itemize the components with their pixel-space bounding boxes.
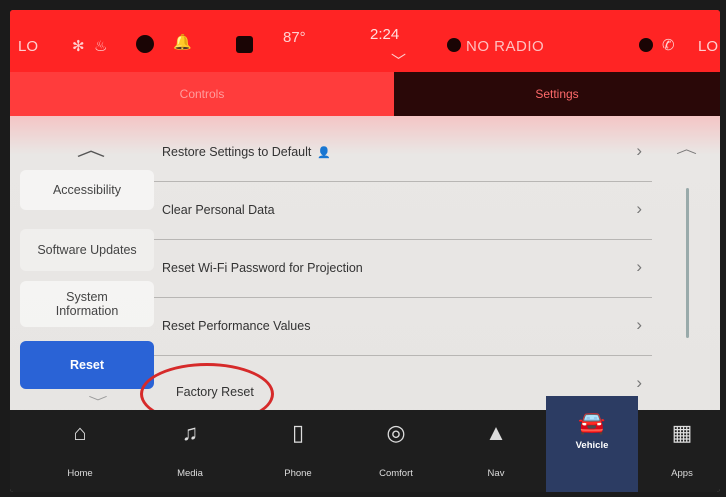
network-status: NO RADIO [466,38,545,55]
clock: 2:24 [370,26,400,43]
chevron-right-icon: › [636,373,642,392]
chevron-down-icon[interactable]: ﹀ [88,393,107,410]
tab-controls[interactable]: Controls [10,72,394,116]
sidebar-item-label: Reset [69,358,105,372]
nav-arrow-icon: ▲ [485,420,507,445]
nav-media[interactable]: ♫ Media [150,410,230,492]
nav-label: Phone [284,468,312,479]
chevron-right-icon: › [636,199,642,218]
driver-temp[interactable]: LO [18,38,38,55]
list-item-reset-wifi-password[interactable]: Reset Wi-Fi Password for Projection › [154,239,652,298]
nav-label: Apps [671,468,693,479]
bell-icon: 🔔 [173,34,192,51]
passenger-temp[interactable]: LO [698,38,718,55]
list-item-label: Reset Wi-Fi Password for Projection [162,261,363,275]
chevron-down-icon[interactable]: ﹀ [391,50,406,71]
bottom-nav: ⌂ Home ♫ Media ▯ Phone ◎ Comfort ▲ Nav 🚘… [10,396,720,492]
nav-comfort[interactable]: ◎ Comfort [356,410,436,492]
sidebar-item-accessibility[interactable]: Accessibility [20,170,154,210]
list-item-restore-settings[interactable]: Restore Settings to Default 👤 › [154,123,652,182]
nav-label: Vehicle [575,440,609,451]
sidebar-item-reset[interactable]: Reset [20,341,154,389]
apps-grid-icon: ▦ [671,420,693,445]
chevron-right-icon: › [636,257,642,276]
comfort-icon: ◎ [386,420,406,445]
list-item-reset-performance-values[interactable]: Reset Performance Values › [154,297,652,356]
chevron-right-icon: › [636,141,642,160]
car-icon: 🚘 [578,410,606,435]
nav-label: Nav [487,468,505,479]
circle-status-icon [136,35,154,53]
music-note-icon: ♫ [181,420,199,445]
sidebar-item-label: System Information [55,290,119,318]
scroll-up-icon[interactable]: ︿ [676,138,697,157]
tab-settings[interactable]: Settings [394,72,720,116]
person-icon: 👤 [317,147,332,159]
scrollbar[interactable] [686,188,689,338]
nav-label: Comfort [379,468,413,479]
nav-navigation[interactable]: ▲ Nav [456,410,536,492]
list-item-label: Reset Performance Values [162,319,311,333]
tab-bar: Controls Settings [10,72,720,116]
sidebar-item-label: Software Updates [37,243,137,257]
nav-label: Home [67,468,93,479]
list-item-label: Clear Personal Data [162,203,275,217]
nav-label: Media [177,468,203,479]
settings-sidebar: ︿ Accessibility Software Updates System … [20,128,155,418]
heated-seat-icon[interactable]: ♨ [94,37,107,55]
infotainment-screen: LO ✻ ♨ 🔔 87° 2:24 ﹀ NO RADIO ✆ LO Contro… [10,10,720,492]
radio-status-icon [447,38,461,52]
phone-icon: ▯ [291,420,305,445]
chevron-right-icon: › [636,315,642,334]
home-icon: ⌂ [73,420,87,445]
nav-home[interactable]: ⌂ Home [40,410,120,492]
fan-icon[interactable]: ✻ [72,37,85,55]
square-status-icon [236,36,253,53]
list-item-label: Restore Settings to Default 👤 [162,145,332,159]
outside-temp: 87° [283,29,306,46]
record-icon [639,38,653,52]
nav-phone[interactable]: ▯ Phone [258,410,338,492]
sidebar-item-system-information[interactable]: System Information [20,281,154,327]
chevron-up-icon[interactable]: ︿ [77,136,106,162]
sidebar-item-software-updates[interactable]: Software Updates [20,229,154,271]
list-item-clear-personal-data[interactable]: Clear Personal Data › [154,181,652,240]
sidebar-item-label: Accessibility [52,183,122,197]
phone-status-icon: ✆ [662,37,675,54]
nav-apps[interactable]: ▦ Apps [642,410,720,492]
status-bar: LO ✻ ♨ 🔔 87° 2:24 ﹀ NO RADIO ✆ LO [10,10,720,72]
nav-vehicle[interactable]: 🚘 Vehicle [546,396,638,492]
